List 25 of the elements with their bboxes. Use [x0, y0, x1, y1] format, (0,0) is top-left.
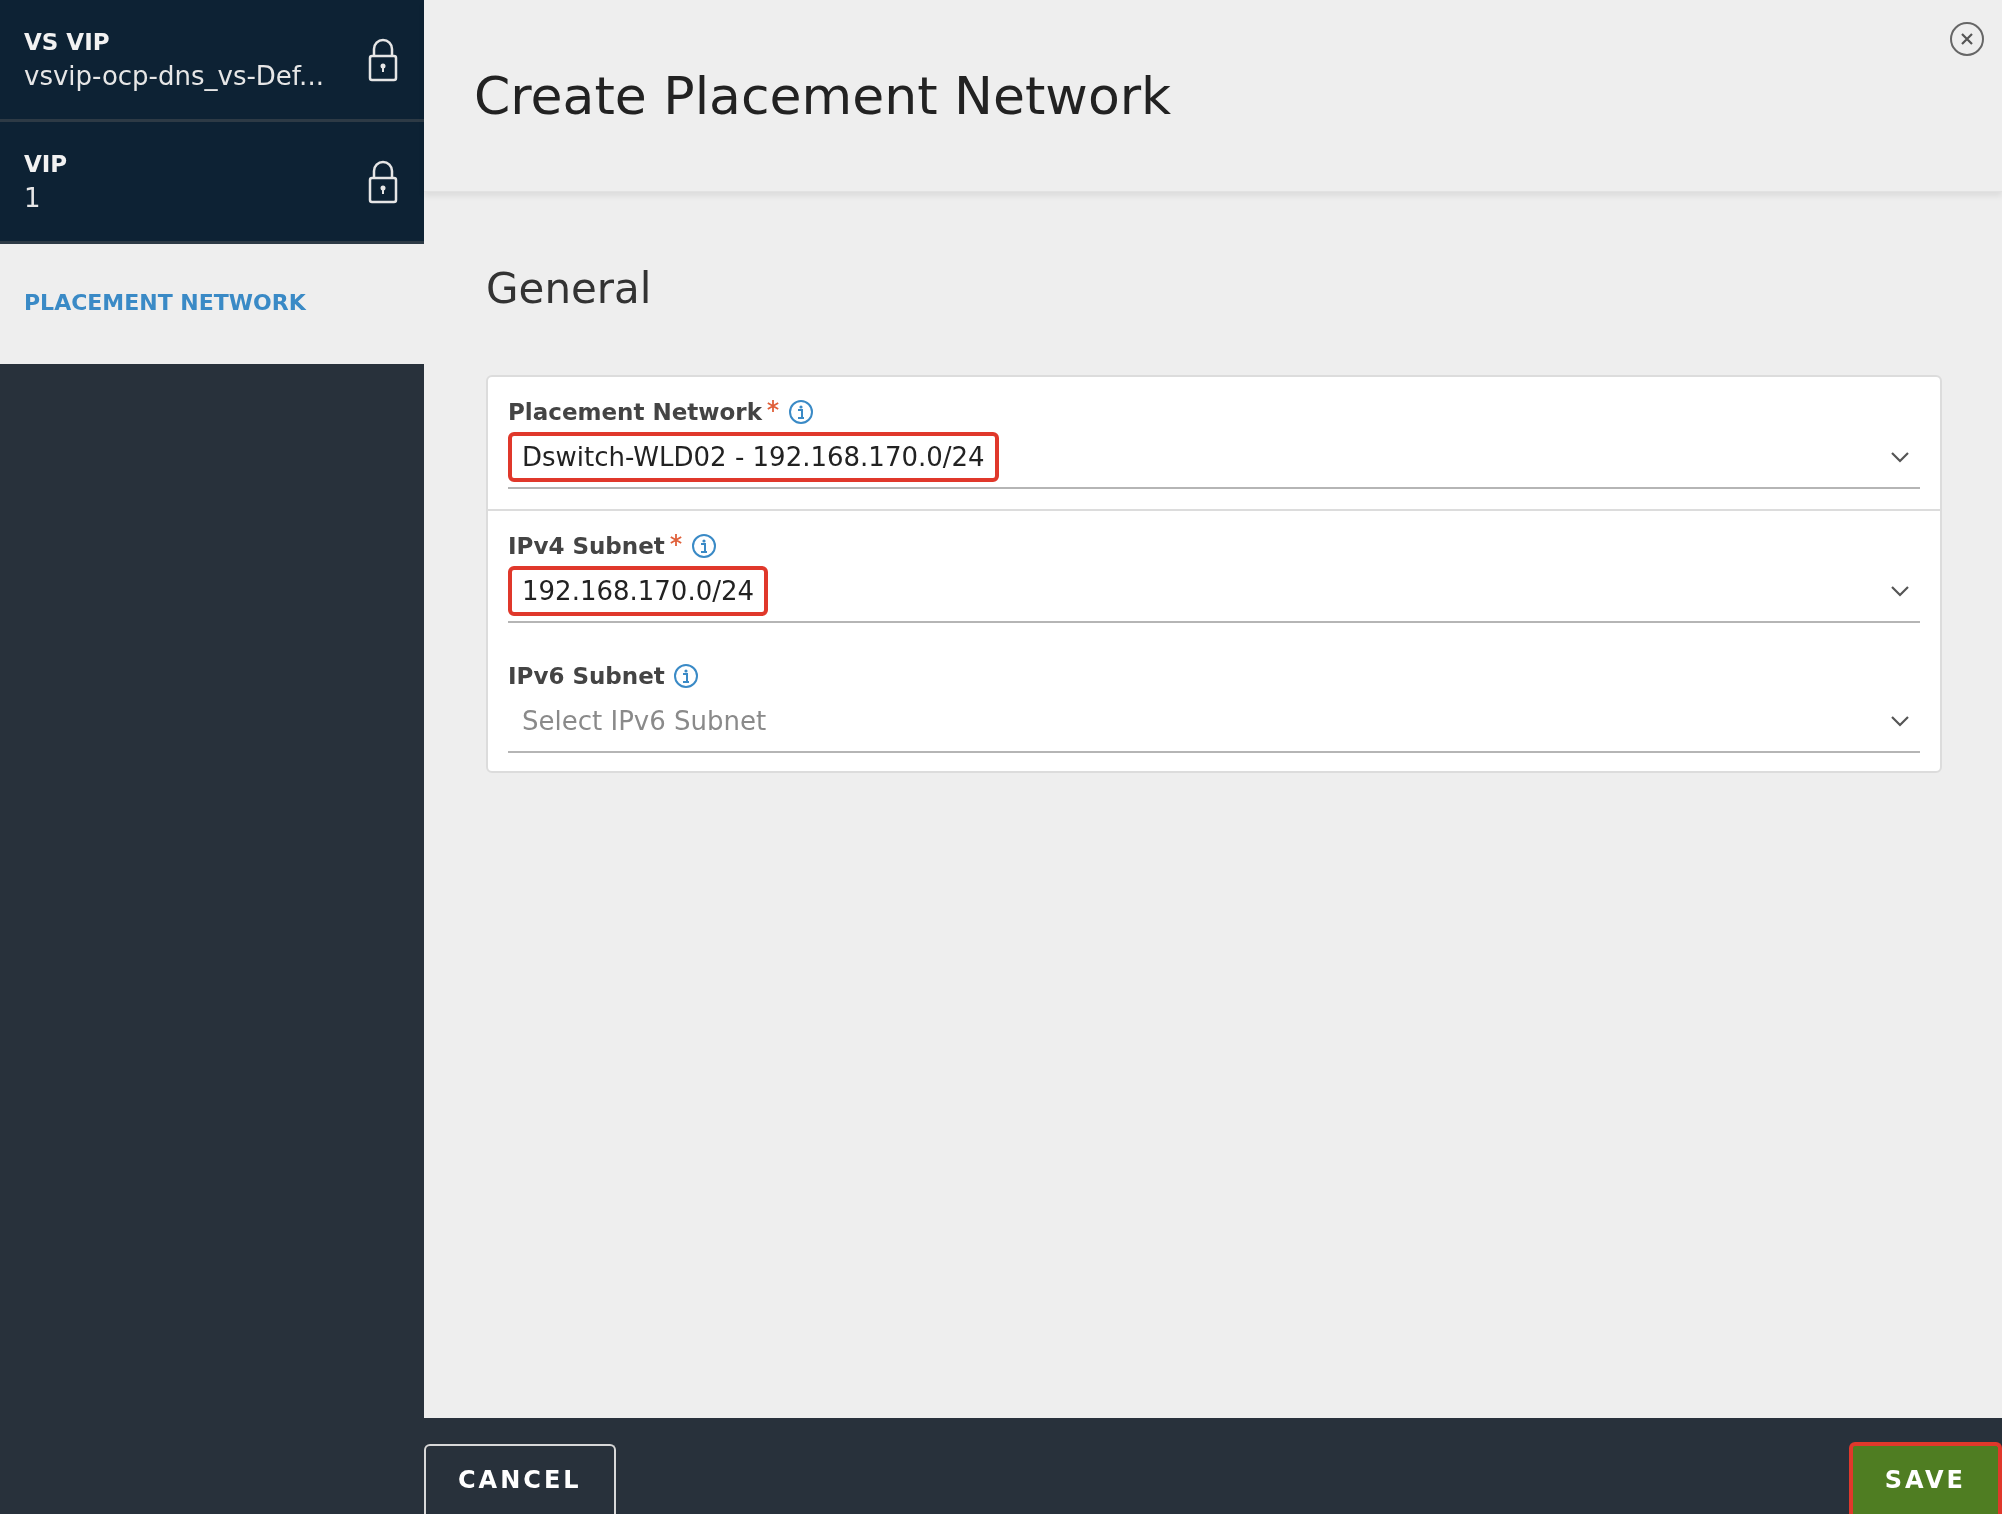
item-value: 1	[24, 182, 42, 213]
item-label: VIP	[24, 150, 68, 177]
close-icon	[1960, 32, 1974, 46]
dialog-title: Create Placement Network	[474, 65, 1172, 126]
chevron-down-icon	[1890, 450, 1910, 463]
close-button[interactable]	[1950, 22, 1984, 56]
item-label: VS VIP	[24, 28, 111, 55]
cancel-button[interactable]: CANCEL	[424, 1444, 616, 1514]
section-title: General	[486, 264, 653, 313]
select-field[interactable]: Dswitch-WLD02 - 192.168.170.0/24	[508, 429, 1920, 489]
save-button[interactable]: SAVE	[1848, 1442, 2002, 1514]
chevron-down-icon	[1890, 714, 1910, 727]
sidebar-item[interactable]: VS VIP vsvip-ocp-dns_vs-Def...	[0, 0, 424, 122]
field-label: IPv6 Subnet	[508, 663, 665, 689]
field-label: IPv4 Subnet	[508, 533, 665, 559]
lock-icon	[368, 159, 398, 204]
info-icon[interactable]	[787, 399, 814, 425]
info-icon[interactable]	[690, 533, 717, 559]
sidebar-item[interactable]: VIP 1	[0, 122, 424, 244]
chevron-down-icon	[1890, 584, 1910, 597]
lock-icon	[368, 37, 398, 82]
item-value: vsvip-ocp-dns_vs-Def...	[24, 60, 324, 91]
field-label: Placement Network	[508, 399, 762, 425]
select-field[interactable]: 192.168.170.0/24	[508, 563, 1920, 623]
info-icon[interactable]	[672, 663, 699, 689]
